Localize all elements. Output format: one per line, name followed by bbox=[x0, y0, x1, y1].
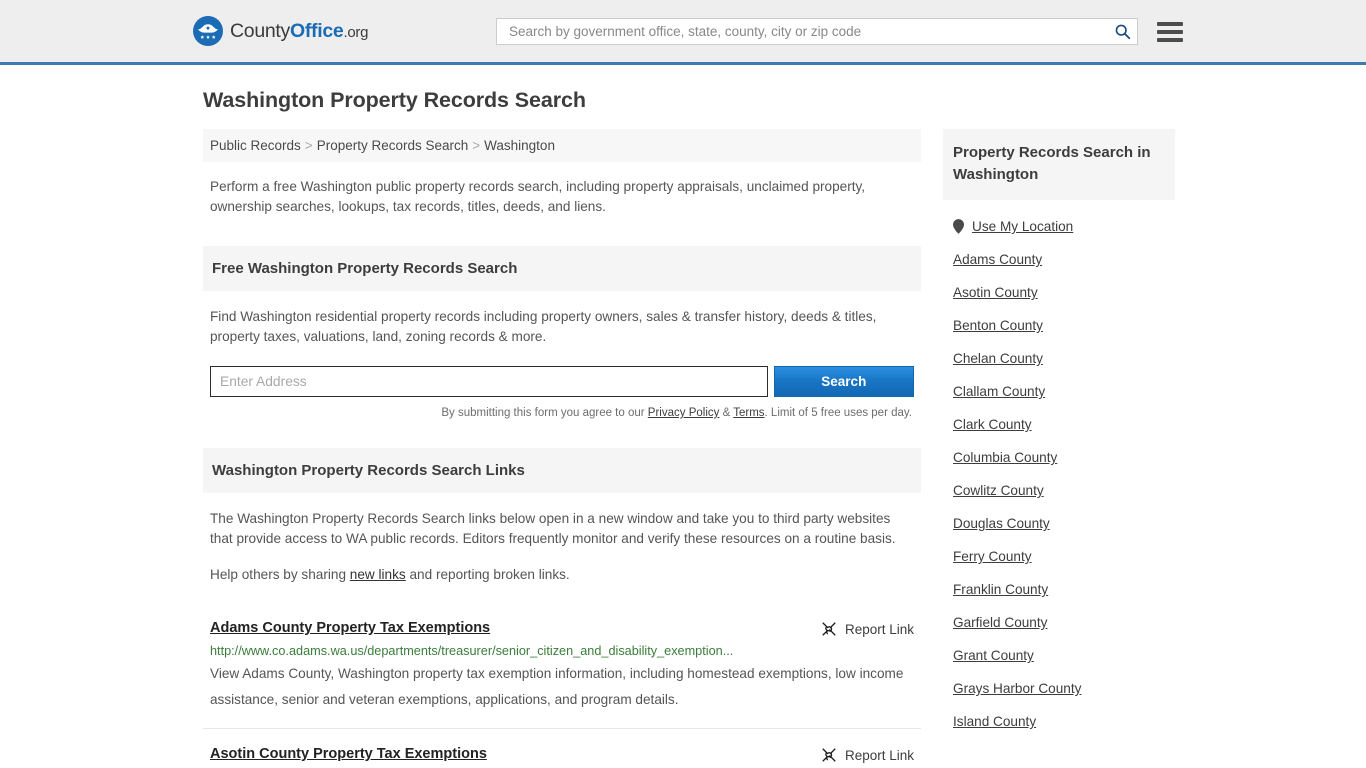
county-link[interactable]: Douglas County bbox=[953, 516, 1050, 531]
hamburger-menu-icon[interactable] bbox=[1157, 22, 1183, 42]
sidebar-item-county[interactable]: Clark County bbox=[943, 408, 1175, 441]
breadcrumb-item-washington[interactable]: Washington bbox=[484, 138, 555, 153]
county-link[interactable]: Asotin County bbox=[953, 285, 1038, 300]
result-url: http://www.co.adams.wa.us/departments/tr… bbox=[210, 644, 914, 658]
county-link[interactable]: Clark County bbox=[953, 417, 1032, 432]
sidebar-item-county[interactable]: Cowlitz County bbox=[943, 474, 1175, 507]
county-link[interactable]: Grant County bbox=[953, 648, 1034, 663]
site-logo-text: CountyOffice.org bbox=[230, 20, 368, 43]
sidebar-county-list: Use My Location Adams County Asotin Coun… bbox=[943, 200, 1175, 738]
county-link[interactable]: Garfield County bbox=[953, 615, 1047, 630]
county-link[interactable]: Cowlitz County bbox=[953, 483, 1044, 498]
report-link-button[interactable]: Report Link bbox=[821, 620, 914, 637]
sidebar-item-county[interactable]: Ferry County bbox=[943, 540, 1175, 573]
page-title: Washington Property Records Search bbox=[0, 65, 1366, 113]
logo-text-office: Office bbox=[290, 20, 343, 42]
county-link[interactable]: Adams County bbox=[953, 252, 1042, 267]
sidebar-item-county[interactable]: Island County bbox=[943, 705, 1175, 738]
result-header: Adams County Property Tax Exemptions Rep… bbox=[210, 620, 914, 637]
disclaimer-amp: & bbox=[719, 407, 733, 419]
hamburger-bar bbox=[1157, 38, 1183, 42]
result-title-link[interactable]: Adams County Property Tax Exemptions bbox=[210, 620, 490, 636]
sidebar: Property Records Search in Washington Us… bbox=[943, 129, 1175, 768]
hamburger-bar bbox=[1157, 22, 1183, 26]
links-section-body: The Washington Property Records Search l… bbox=[203, 509, 921, 585]
hamburger-bar bbox=[1157, 30, 1183, 34]
sidebar-item-county[interactable]: Clallam County bbox=[943, 375, 1175, 408]
county-link[interactable]: Franklin County bbox=[953, 582, 1048, 597]
intro-paragraph: Perform a free Washington public propert… bbox=[203, 162, 921, 217]
free-search-body: Find Washington residential property rec… bbox=[203, 307, 921, 419]
breadcrumb-item-public-records[interactable]: Public Records bbox=[210, 138, 301, 153]
sidebar-item-county[interactable]: Adams County bbox=[943, 243, 1175, 276]
use-my-location-link[interactable]: Use My Location bbox=[972, 219, 1073, 234]
form-disclaimer: By submitting this form you agree to our… bbox=[210, 407, 914, 419]
free-search-description: Find Washington residential property rec… bbox=[210, 307, 914, 347]
header-search-zone bbox=[496, 18, 1183, 45]
report-link-button[interactable]: Report Link bbox=[821, 746, 914, 763]
map-pin-icon bbox=[953, 219, 964, 234]
search-icon[interactable] bbox=[1114, 23, 1131, 40]
links-section-heading: Washington Property Records Search Links bbox=[203, 448, 921, 493]
address-input[interactable] bbox=[210, 366, 768, 397]
sidebar-item-county[interactable]: Grays Harbor County bbox=[943, 672, 1175, 705]
help-prefix: Help others by sharing bbox=[210, 567, 350, 582]
sidebar-item-use-my-location[interactable]: Use My Location bbox=[943, 210, 1175, 243]
content-columns: Public Records>Property Records Search>W… bbox=[0, 113, 1366, 768]
page-container: Washington Property Records Search Publi… bbox=[0, 65, 1366, 768]
breadcrumb-separator: > bbox=[468, 138, 484, 153]
disclaimer-suffix: . Limit of 5 free uses per day. bbox=[765, 407, 912, 419]
site-logo[interactable]: CountyOffice.org bbox=[193, 16, 368, 46]
main-column: Public Records>Property Records Search>W… bbox=[203, 129, 921, 768]
global-search-box[interactable] bbox=[496, 18, 1138, 45]
sidebar-item-county[interactable]: Chelan County bbox=[943, 342, 1175, 375]
county-link[interactable]: Grays Harbor County bbox=[953, 681, 1081, 696]
breadcrumb: Public Records>Property Records Search>W… bbox=[203, 129, 921, 162]
sidebar-item-county[interactable]: Asotin County bbox=[943, 276, 1175, 309]
breadcrumb-separator: > bbox=[301, 138, 317, 153]
logo-text-org: .org bbox=[343, 24, 368, 41]
report-link-label: Report Link bbox=[845, 748, 914, 763]
address-search-button[interactable]: Search bbox=[774, 366, 914, 397]
links-section-paragraph: The Washington Property Records Search l… bbox=[210, 509, 914, 549]
breadcrumb-item-property-records-search[interactable]: Property Records Search bbox=[317, 138, 469, 153]
site-header: CountyOffice.org bbox=[0, 0, 1366, 65]
county-link[interactable]: Island County bbox=[953, 714, 1036, 729]
privacy-policy-link[interactable]: Privacy Policy bbox=[648, 407, 720, 419]
eagle-seal-icon bbox=[193, 16, 223, 46]
result-header: Asotin County Property Tax Exemptions Re… bbox=[210, 746, 914, 763]
disclaimer-prefix: By submitting this form you agree to our bbox=[441, 407, 647, 419]
county-link[interactable]: Columbia County bbox=[953, 450, 1057, 465]
sidebar-item-county[interactable]: Douglas County bbox=[943, 507, 1175, 540]
result-description: View Adams County, Washington property t… bbox=[210, 661, 914, 713]
sidebar-item-county[interactable]: Garfield County bbox=[943, 606, 1175, 639]
sidebar-item-county[interactable]: Franklin County bbox=[943, 573, 1175, 606]
logo-text-county: County bbox=[230, 20, 290, 42]
terms-link[interactable]: Terms bbox=[733, 407, 764, 419]
sidebar-item-county[interactable]: Columbia County bbox=[943, 441, 1175, 474]
links-section-help: Help others by sharing new links and rep… bbox=[210, 565, 914, 585]
result-item: Adams County Property Tax Exemptions Rep… bbox=[203, 603, 921, 729]
free-search-heading: Free Washington Property Records Search bbox=[203, 246, 921, 291]
sidebar-heading: Property Records Search in Washington bbox=[943, 129, 1175, 200]
global-search-input[interactable] bbox=[507, 23, 1114, 40]
county-link[interactable]: Ferry County bbox=[953, 549, 1032, 564]
report-link-label: Report Link bbox=[845, 622, 914, 637]
county-link[interactable]: Chelan County bbox=[953, 351, 1043, 366]
address-search-form: Search bbox=[210, 366, 914, 397]
result-title-link[interactable]: Asotin County Property Tax Exemptions bbox=[210, 746, 487, 762]
county-link[interactable]: Benton County bbox=[953, 318, 1043, 333]
result-item: Asotin County Property Tax Exemptions Re… bbox=[203, 729, 921, 768]
sidebar-item-county[interactable]: Grant County bbox=[943, 639, 1175, 672]
new-links-link[interactable]: new links bbox=[350, 567, 406, 582]
broken-link-icon bbox=[821, 747, 837, 763]
sidebar-item-county[interactable]: Benton County bbox=[943, 309, 1175, 342]
help-suffix: and reporting broken links. bbox=[406, 567, 570, 582]
county-link[interactable]: Clallam County bbox=[953, 384, 1045, 399]
broken-link-icon bbox=[821, 621, 837, 637]
